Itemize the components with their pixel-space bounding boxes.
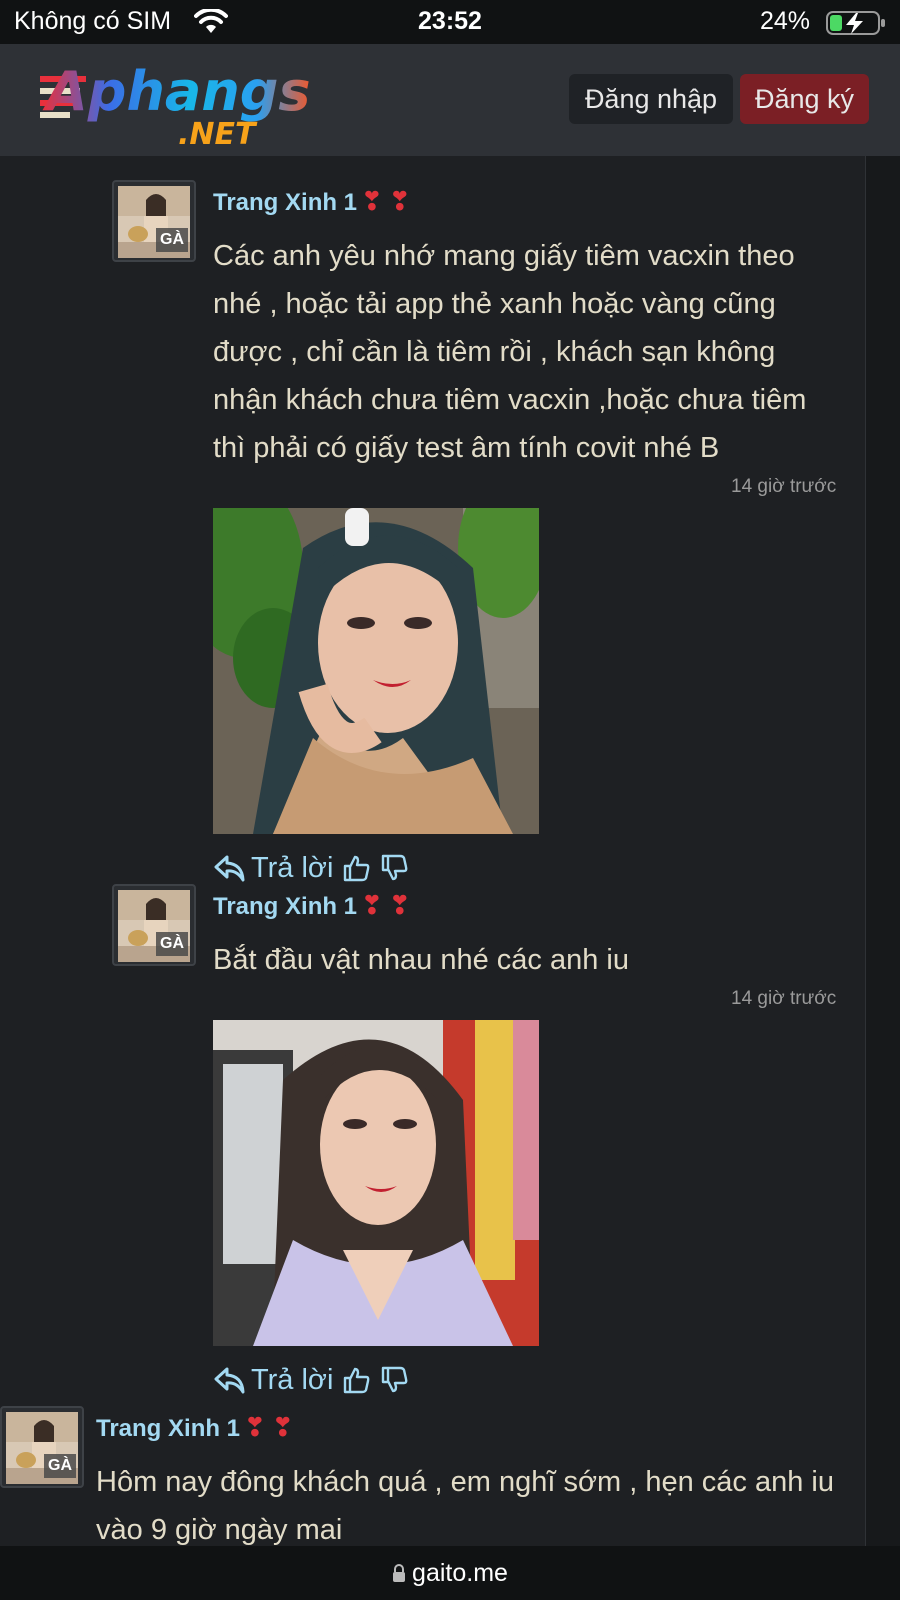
rank-badge: GÀ bbox=[156, 228, 188, 252]
comment-timestamp: 14 giờ trước bbox=[731, 988, 837, 1009]
comment-photo[interactable] bbox=[213, 1020, 539, 1346]
dislike-icon[interactable] bbox=[379, 1365, 409, 1395]
avatar[interactable]: GÀ bbox=[0, 1406, 84, 1488]
like-icon[interactable] bbox=[341, 1365, 371, 1395]
comment-actions: Trả lời bbox=[213, 848, 409, 888]
comment-item: GÀ Trang Xinh 1 ❣❣ Các anh yêu nhớ mang g… bbox=[112, 180, 852, 884]
author-name[interactable]: Trang Xinh 1 bbox=[96, 1415, 240, 1442]
logo-main-text: Aphangs bbox=[42, 60, 311, 123]
comment-author[interactable]: Trang Xinh 1 ❣❣ bbox=[96, 1412, 300, 1443]
like-icon[interactable] bbox=[341, 853, 371, 883]
browser-url-bar[interactable]: gaito.me bbox=[0, 1546, 900, 1600]
comment-text: Các anh yêu nhớ mang giấy tiêm vacxin th… bbox=[213, 240, 807, 464]
comment-thread: GÀ Trang Xinh 1 ❣❣ Các anh yêu nhớ mang g… bbox=[0, 156, 866, 1546]
comment-photo[interactable] bbox=[213, 508, 539, 834]
reply-icon[interactable] bbox=[213, 1366, 245, 1394]
comment-text: Hôm nay đông khách quá , em nghĩ sớm , h… bbox=[96, 1466, 834, 1546]
photo-image bbox=[213, 508, 539, 834]
site-logo[interactable]: Aphangs .NET bbox=[38, 54, 328, 150]
heart-emoji-icons: ❣❣ bbox=[361, 186, 417, 216]
rank-badge: GÀ bbox=[44, 1454, 76, 1478]
url-domain: gaito.me bbox=[412, 1559, 508, 1587]
site-header: Aphangs .NET Đăng nhập Đăng ký bbox=[0, 44, 900, 156]
login-button[interactable]: Đăng nhập bbox=[569, 74, 733, 124]
rank-badge: GÀ bbox=[156, 932, 188, 956]
battery-percentage: 24% bbox=[759, 7, 810, 35]
page-scrollbar-track[interactable] bbox=[866, 156, 900, 1546]
author-name[interactable]: Trang Xinh 1 bbox=[213, 893, 357, 920]
heart-emoji-icons: ❣❣ bbox=[244, 1412, 300, 1442]
reply-button[interactable]: Trả lời bbox=[251, 1364, 333, 1397]
logo-sub-text: .NET bbox=[178, 117, 258, 150]
author-name[interactable]: Trang Xinh 1 bbox=[213, 189, 357, 216]
reply-button[interactable]: Trả lời bbox=[251, 852, 333, 885]
comment-timestamp: 14 giờ trước bbox=[731, 476, 837, 497]
photo-image bbox=[213, 1020, 539, 1346]
avatar[interactable]: GÀ bbox=[112, 180, 196, 262]
avatar[interactable]: GÀ bbox=[112, 884, 196, 966]
comment-item: GÀ Trang Xinh 1 ❣❣ Hôm nay đông khách quá… bbox=[0, 1406, 850, 1546]
register-button[interactable]: Đăng ký bbox=[740, 74, 869, 124]
battery-charging-icon bbox=[826, 11, 885, 35]
comment-author[interactable]: Trang Xinh 1 ❣❣ bbox=[213, 186, 417, 217]
comment-author[interactable]: Trang Xinh 1 ❣❣ bbox=[213, 890, 417, 921]
reply-icon[interactable] bbox=[213, 854, 245, 882]
dislike-icon[interactable] bbox=[379, 853, 409, 883]
comment-text: Bắt đầu vật nhau nhé các anh iu bbox=[213, 944, 629, 976]
comment-item: GÀ Trang Xinh 1 ❣❣ Bắt đầu vật nhau nhé c… bbox=[112, 884, 852, 1484]
comment-actions: Trả lời bbox=[213, 1360, 409, 1400]
lock-icon bbox=[393, 1564, 406, 1582]
heart-emoji-icons: ❣❣ bbox=[361, 890, 417, 920]
status-bar: Không có SIM 23:52 24% bbox=[0, 0, 900, 44]
